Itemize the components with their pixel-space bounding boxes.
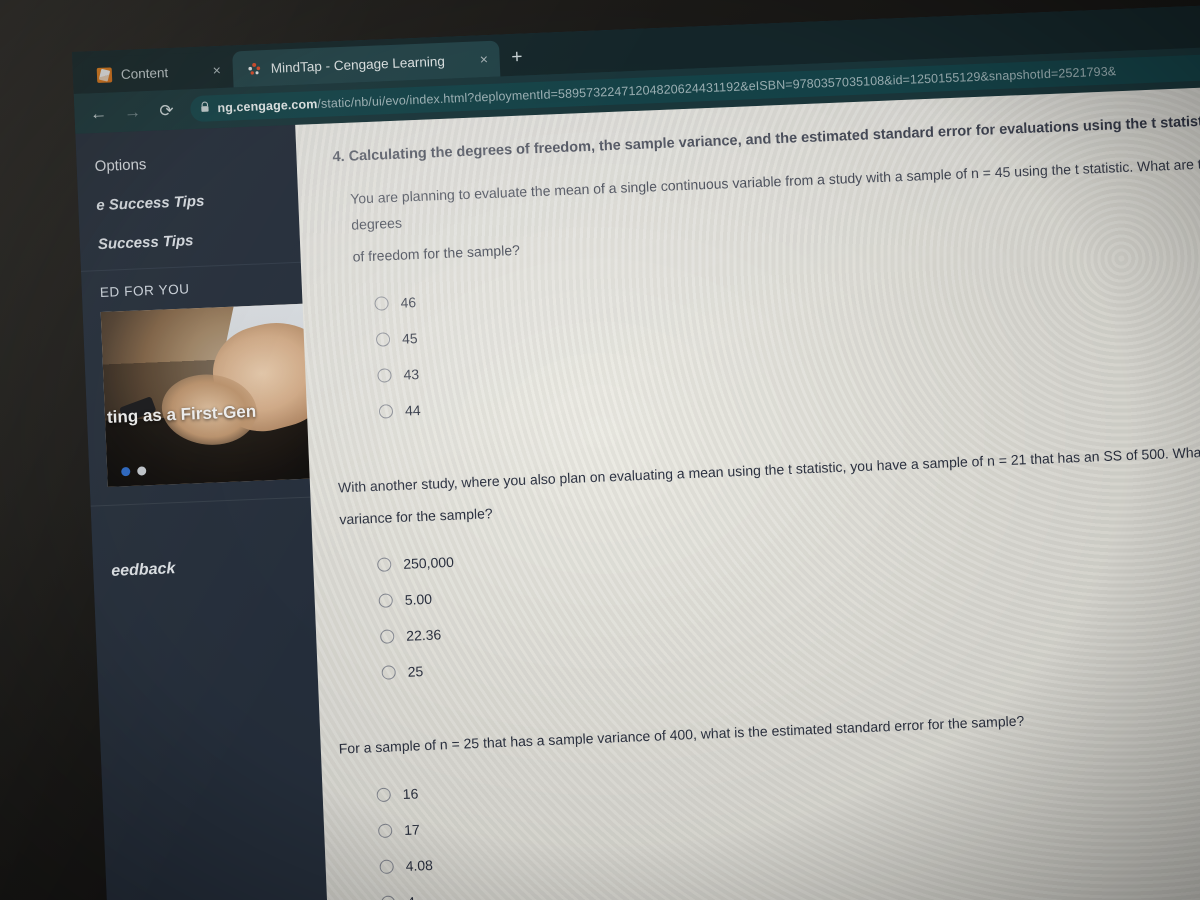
close-icon[interactable]: × [186,62,221,78]
question-block-2: With another study, where you also plan … [338,437,1200,693]
close-icon[interactable]: × [454,51,488,67]
question-block-3: For a sample of n = 25 that has a sample… [338,698,1200,900]
answer-options-3: 16 17 4.08 4 [376,740,1200,900]
answer-options-2: 250,000 5.00 22.36 25 [377,510,1200,691]
laptop-screen: Content × MindTap - Cengage Learning × +… [72,1,1200,900]
answer-option-label: 17 [403,821,421,839]
radio-button-icon[interactable] [374,295,389,311]
assignment-content: 4. Calculating the degrees of freedom, t… [295,83,1200,900]
back-icon[interactable]: ← [88,103,109,123]
sidebar: Options e Success Tips Success Tips ED F… [75,124,334,900]
carousel-dot-2[interactable] [137,466,147,476]
sidebar-item-success-tips-2[interactable]: Success Tips [79,217,300,265]
new-tab-button[interactable]: + [499,39,534,76]
mindtap-logo-icon [247,61,263,77]
radio-button-icon[interactable] [376,787,392,803]
radio-button-icon[interactable] [379,629,395,645]
tab-title: Content [120,64,169,82]
sidebar-promo-card[interactable]: ting as a First-Gen [100,303,313,487]
answer-option-label: 16 [402,785,419,803]
forward-icon[interactable]: → [122,102,143,122]
laptop-photo: Content × MindTap - Cengage Learning × +… [0,0,1200,900]
reload-icon[interactable]: ⟳ [156,100,177,120]
sidebar-divider [90,496,311,507]
radio-button-icon[interactable] [379,859,394,875]
radio-button-icon[interactable] [375,331,391,347]
answer-option-label: 45 [401,329,418,347]
url-host: ng.cengage.com [217,96,318,116]
sidebar-feedback-link[interactable]: eedback [93,555,314,582]
sidebar-section-header: ED FOR YOU [80,261,303,311]
document-orange-icon [96,66,113,83]
radio-button-icon[interactable] [380,895,396,900]
radio-button-icon[interactable] [381,665,397,681]
answer-option-label: 22.36 [405,626,442,645]
answer-option-label: 46 [400,293,417,311]
answer-option-label: 25 [407,663,424,681]
answer-option-label: 4.08 [405,857,434,875]
question-block-1: You are planning to evaluate the mean of… [334,149,1200,431]
answer-option-label: 44 [404,401,421,419]
answer-option-label: 43 [403,365,420,383]
tab-title: MindTap - Cengage Learning [270,53,446,76]
answer-option-label: 5.00 [404,591,433,609]
lock-icon [200,101,210,115]
radio-button-icon[interactable] [378,403,394,419]
radio-button-icon[interactable] [377,823,393,839]
radio-button-icon[interactable] [377,557,392,573]
browser-tab-content[interactable]: Content × [82,51,234,94]
radio-button-icon[interactable] [378,593,394,609]
answer-option-label: 4 [407,894,415,900]
app-page: Options e Success Tips Success Tips ED F… [75,83,1200,900]
carousel-dot-1[interactable] [121,466,131,477]
answer-option-label: 250,000 [402,554,455,573]
promo-carousel-dots[interactable] [121,466,147,477]
answer-options-1: 46 45 43 44 [374,249,1200,430]
radio-button-icon[interactable] [377,367,392,383]
